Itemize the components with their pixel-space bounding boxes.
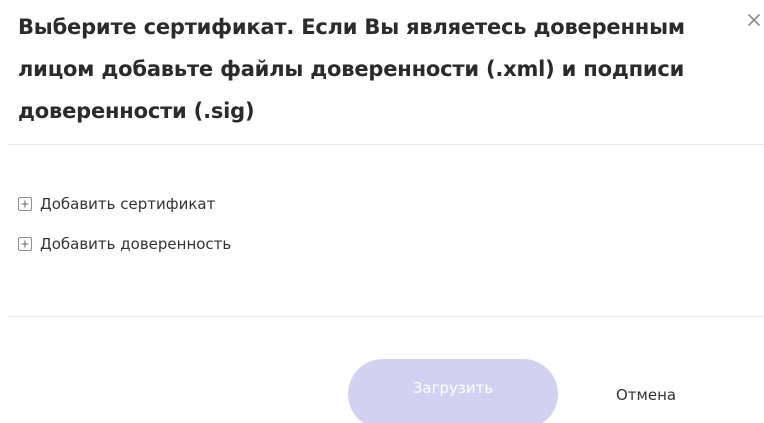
dialog-title: Выберите сертификат. Если Вы являетесь д… [18,15,685,123]
add-certificate-button[interactable]: Добавить сертификат [18,192,231,216]
dialog-footer: Загрузить Отмена [0,359,764,423]
certificate-dialog: Выберите сертификат. Если Вы являетесь д… [0,0,764,423]
close-button[interactable] [744,10,764,30]
footer-divider [8,316,764,317]
header-divider [8,144,764,145]
add-power-of-attorney-label: Добавить доверенность [40,235,232,253]
plus-square-icon [18,197,32,211]
add-actions-list: Добавить сертификат Добавить доверенност… [18,192,231,272]
close-icon [748,14,760,26]
plus-square-icon [18,237,32,251]
add-certificate-label: Добавить сертификат [40,195,216,213]
dialog-header: Выберите сертификат. Если Вы являетесь д… [18,6,718,132]
cancel-button[interactable]: Отмена [590,377,710,413]
upload-button-label: Загрузить [412,379,494,397]
add-power-of-attorney-button[interactable]: Добавить доверенность [18,232,231,256]
upload-button[interactable]: Загрузить [348,359,558,423]
